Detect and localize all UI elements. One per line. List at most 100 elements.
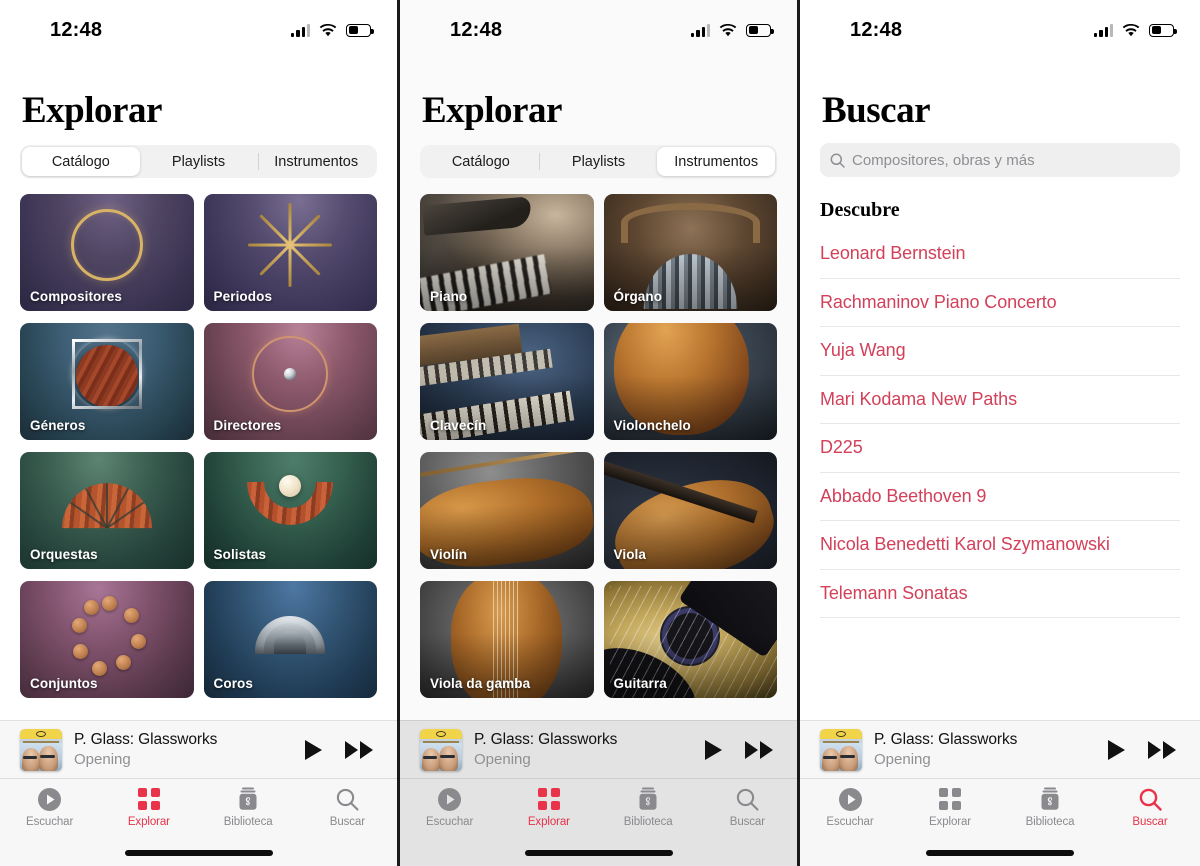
- fast-forward-icon[interactable]: [1148, 740, 1178, 760]
- list-item[interactable]: Nicola Benedetti Karol Szymanowski: [820, 521, 1180, 570]
- tab-label: Biblioteca: [623, 816, 673, 828]
- home-indicator[interactable]: [926, 850, 1074, 856]
- tile-label: Géneros: [30, 418, 86, 433]
- tab-explorar[interactable]: Explorar: [99, 786, 198, 840]
- now-playing-text: P. Glass: Glassworks Opening: [74, 730, 292, 770]
- tab-catalogo[interactable]: Catálogo: [422, 147, 540, 176]
- tab-escuchar[interactable]: Escuchar: [0, 786, 99, 840]
- tab-escuchar[interactable]: Escuchar: [800, 786, 900, 840]
- list-item[interactable]: Abbado Beethoven 9: [820, 473, 1180, 521]
- tile-directores[interactable]: Directores: [203, 323, 377, 440]
- now-playing-text: P. Glass: Glassworks Opening: [874, 730, 1095, 770]
- home-indicator-area: [400, 840, 797, 866]
- tile-orquestas[interactable]: Orquestas: [20, 452, 194, 569]
- wifi-icon: [1122, 23, 1140, 37]
- tile-solistas[interactable]: Solistas: [203, 452, 377, 569]
- status-bar: 12:48: [800, 0, 1200, 60]
- tab-catalogo[interactable]: Catálogo: [22, 147, 140, 176]
- play-icon[interactable]: [304, 739, 323, 761]
- instruments-grid: Piano Órgano Clavecín Violonchelo Violín…: [400, 178, 797, 720]
- search-input[interactable]: [852, 151, 1170, 169]
- status-icons: [291, 23, 374, 37]
- tile-clavecin[interactable]: Clavecín: [420, 323, 594, 440]
- tab-label: Buscar: [729, 816, 765, 828]
- fast-forward-icon[interactable]: [745, 740, 775, 760]
- now-playing-title: P. Glass: Glassworks: [474, 730, 618, 748]
- player-controls: [304, 739, 379, 761]
- cellular-signal-icon: [291, 23, 310, 37]
- list-item[interactable]: D225: [820, 424, 1180, 473]
- fast-forward-icon[interactable]: [345, 740, 375, 760]
- tile-label: Viola da gamba: [430, 676, 531, 691]
- page-title: Buscar: [822, 90, 931, 131]
- status-clock: 12:48: [50, 18, 103, 41]
- play-circle-icon: [838, 786, 862, 812]
- list-item[interactable]: Telemann Sonatas: [820, 570, 1180, 618]
- now-playing-subtitle: Opening: [874, 750, 931, 768]
- search-bar[interactable]: [820, 143, 1180, 177]
- tab-playlists[interactable]: Playlists: [140, 147, 258, 176]
- mini-player[interactable]: P. Glass: Glassworks Opening: [0, 720, 397, 778]
- tile-organo[interactable]: Órgano: [603, 194, 777, 311]
- battery-low-icon: [346, 23, 374, 37]
- mini-player[interactable]: P. Glass: Glassworks Opening: [400, 720, 797, 778]
- tile-generos[interactable]: Géneros: [20, 323, 194, 440]
- tile-label: Clavecín: [430, 418, 487, 433]
- tab-playlists[interactable]: Playlists: [540, 147, 658, 176]
- now-playing-text: P. Glass: Glassworks Opening: [474, 730, 692, 770]
- home-indicator[interactable]: [524, 850, 673, 856]
- tab-buscar[interactable]: Buscar: [698, 786, 797, 840]
- play-circle-icon: [438, 786, 462, 812]
- tile-coros[interactable]: Coros: [203, 581, 377, 698]
- tile-label: Conjuntos: [30, 676, 98, 691]
- list-item[interactable]: Yuja Wang: [820, 327, 1180, 376]
- tab-biblioteca[interactable]: Biblioteca: [199, 786, 298, 840]
- search-icon: [830, 153, 845, 168]
- play-icon[interactable]: [704, 739, 723, 761]
- tab-instrumentos[interactable]: Instrumentos: [657, 147, 776, 176]
- home-indicator-area: [800, 840, 1200, 866]
- tab-buscar[interactable]: Buscar: [298, 786, 397, 840]
- tab-escuchar[interactable]: Escuchar: [400, 786, 499, 840]
- list-item[interactable]: Rachmaninov Piano Concerto: [820, 279, 1180, 327]
- tab-buscar[interactable]: Buscar: [1100, 786, 1200, 840]
- tile-viola[interactable]: Viola: [603, 452, 777, 569]
- tile-piano[interactable]: Piano: [420, 194, 594, 311]
- tab-bar: Escuchar Explorar Biblioteca Buscar: [400, 778, 797, 840]
- tile-viola-da-gamba[interactable]: Viola da gamba: [420, 581, 594, 698]
- tab-explorar[interactable]: Explorar: [499, 786, 598, 840]
- tab-explorar[interactable]: Explorar: [900, 786, 1000, 840]
- tab-label: Explorar: [127, 816, 170, 828]
- play-icon[interactable]: [1107, 739, 1126, 761]
- list-item[interactable]: Mari Kodama New Paths: [820, 376, 1180, 424]
- tab-biblioteca[interactable]: Biblioteca: [1000, 786, 1100, 840]
- tab-biblioteca[interactable]: Biblioteca: [599, 786, 698, 840]
- tab-label: Explorar: [527, 816, 570, 828]
- panel-explorar-catalogo: 12:48 Explorar Catálogo Playlists Instru…: [0, 0, 400, 866]
- library-clef-icon: [1040, 786, 1060, 812]
- tile-guitarra[interactable]: Guitarra: [603, 581, 777, 698]
- segmented-control-explorar[interactable]: Catálogo Playlists Instrumentos: [420, 145, 777, 178]
- tile-conjuntos[interactable]: Conjuntos: [20, 581, 194, 698]
- grid-squares-icon: [939, 786, 961, 812]
- tab-instrumentos[interactable]: Instrumentos: [257, 147, 375, 176]
- tile-violonchelo[interactable]: Violonchelo: [603, 323, 777, 440]
- mini-player[interactable]: P. Glass: Glassworks Opening: [800, 720, 1200, 778]
- tile-violin[interactable]: Violín: [420, 452, 594, 569]
- discover-heading: Descubre: [820, 199, 900, 221]
- tile-label: Órgano: [613, 289, 663, 304]
- tile-periodos[interactable]: Periodos: [203, 194, 377, 311]
- magnifier-icon: [736, 786, 759, 812]
- now-playing-title: P. Glass: Glassworks: [874, 730, 1018, 748]
- now-playing-title: P. Glass: Glassworks: [74, 730, 218, 748]
- tile-label: Piano: [430, 289, 468, 304]
- screenshot-root: 12:48 Explorar Catálogo Playlists Instru…: [0, 0, 1200, 866]
- play-circle-icon: [38, 786, 62, 812]
- home-indicator[interactable]: [124, 850, 273, 856]
- list-item[interactable]: Leonard Bernstein: [820, 230, 1180, 279]
- tile-compositores[interactable]: Compositores: [20, 194, 194, 311]
- grid-squares-icon: [137, 786, 160, 812]
- segmented-control-explorar[interactable]: Catálogo Playlists Instrumentos: [20, 145, 377, 178]
- tab-label: Biblioteca: [223, 816, 273, 828]
- cellular-signal-icon: [691, 23, 710, 37]
